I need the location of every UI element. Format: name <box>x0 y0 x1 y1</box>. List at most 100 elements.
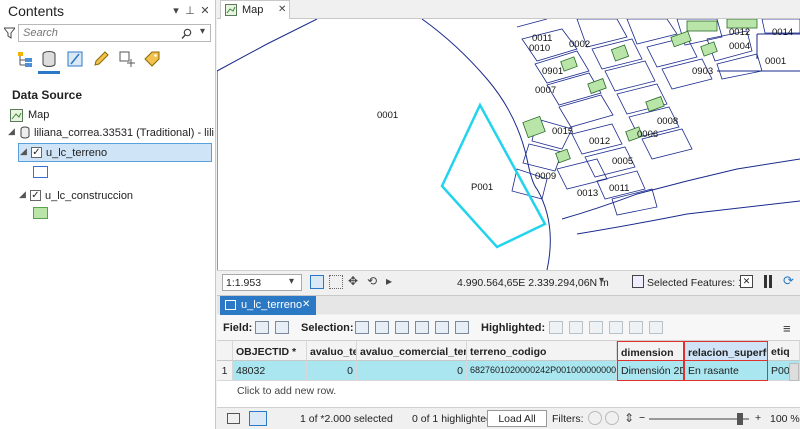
map-canvas[interactable]: 0001 P001 0001 0014 0012 0011 0010 0901 … <box>217 19 800 270</box>
highlight-delete-icon[interactable] <box>629 321 643 334</box>
layer-symbol-swatch[interactable] <box>33 207 48 219</box>
layer-visibility-checkbox[interactable]: ✓ <box>31 147 42 158</box>
highlighted-label: Highlighted: <box>481 322 546 334</box>
tree-item-label: liliana_correa.33531 (Traditional) - lil… <box>34 127 214 139</box>
zoom-out-icon[interactable]: − <box>639 412 645 424</box>
scrollbar[interactable] <box>789 363 799 381</box>
search-icon[interactable] <box>181 28 192 39</box>
tab-attribute-table[interactable]: u_lc_terreno ✕ <box>220 296 316 315</box>
zoom-to-selection-icon[interactable] <box>375 321 389 334</box>
menu-icon[interactable]: ≡ <box>783 321 791 336</box>
parcel-label: 0001 <box>377 110 398 121</box>
tree-item-connection[interactable]: ◢ liliana_correa.33531 (Traditional) - l… <box>6 126 214 144</box>
list-by-data-source-icon[interactable] <box>40 50 58 68</box>
dropdown-icon[interactable]: ▾ <box>170 4 182 17</box>
table-tab-strip: u_lc_terreno ✕ <box>217 295 800 315</box>
column-header[interactable]: etiq <box>768 341 800 361</box>
row-number[interactable]: 1 <box>217 361 233 381</box>
search-input[interactable] <box>23 27 173 39</box>
highlight-reselect-icon[interactable] <box>609 321 623 334</box>
search-box[interactable]: ▾ <box>18 24 211 42</box>
list-by-drawing-order-icon[interactable] <box>16 50 34 68</box>
row-header-corner <box>217 341 233 361</box>
column-header[interactable]: OBJECTID * <box>233 341 307 361</box>
scale-select[interactable]: 1:1.953 ▾ <box>222 274 302 291</box>
add-field-icon[interactable] <box>255 321 269 334</box>
table-cell[interactable]: 682760102000024​2P001000000000 <box>467 361 617 381</box>
close-icon[interactable]: ✕ <box>199 4 211 17</box>
table-cell[interactable]: 0 <box>357 361 467 381</box>
pan-arrows-icon[interactable]: ✥ <box>348 274 358 288</box>
list-by-editing-icon[interactable] <box>92 50 110 68</box>
table-cell[interactable]: 48032 <box>233 361 307 381</box>
pin-icon[interactable]: ⊥ <box>184 4 196 17</box>
copy-selected-icon[interactable] <box>455 321 469 334</box>
pause-icon[interactable] <box>764 275 767 288</box>
rotate-icon[interactable]: ⟲ <box>367 274 377 288</box>
table-cell[interactable]: 0 <box>307 361 357 381</box>
table-icon <box>225 300 236 310</box>
parcel-label: 0012 <box>729 27 750 38</box>
scale-value: 1:1.953 <box>226 277 262 289</box>
collapse-icon[interactable]: ◢ <box>20 146 27 157</box>
highlight-unselect-icon[interactable] <box>589 321 603 334</box>
column-header[interactable]: terreno_codigo <box>467 341 617 361</box>
list-by-selection-icon[interactable] <box>66 50 84 68</box>
zoom-in-icon[interactable]: + <box>755 412 761 424</box>
close-icon[interactable]: ✕ <box>302 299 310 310</box>
list-by-labeling-icon[interactable] <box>143 50 161 68</box>
collapse-icon[interactable]: ◢ <box>19 189 26 200</box>
active-view-indicator <box>38 71 60 74</box>
delete-selected-icon[interactable] <box>435 321 449 334</box>
filter-icon[interactable] <box>4 27 15 39</box>
search-dropdown-icon[interactable]: ▾ <box>200 26 205 37</box>
table-cell[interactable]: Dimensión 2D <box>617 361 684 381</box>
filter-range-icon[interactable]: ⇕ <box>624 411 634 425</box>
field-label: Field: <box>223 322 253 334</box>
switch-selection-icon[interactable] <box>395 321 409 334</box>
show-selected-records-icon[interactable] <box>249 411 267 426</box>
select-by-attributes-icon[interactable] <box>355 321 369 334</box>
pause-drawing-icon[interactable]: ▸ <box>386 274 392 288</box>
parcel-label: 0015 <box>552 126 573 137</box>
highlight-copy-icon[interactable] <box>649 321 663 334</box>
highlight-zoom-icon[interactable] <box>549 321 563 334</box>
parcel-label: 0901 <box>542 66 563 77</box>
filter-extent-icon[interactable] <box>588 411 602 425</box>
dot-grid-icon[interactable] <box>329 275 343 289</box>
column-header[interactable]: avaluo_comercial_terreno <box>357 341 467 361</box>
grid-icon[interactable] <box>310 275 324 289</box>
add-row-hint[interactable]: Click to add new row. <box>237 385 336 397</box>
layer-symbol-swatch[interactable] <box>33 166 48 178</box>
tab-map[interactable]: Map ✕ <box>220 0 290 19</box>
close-icon[interactable]: ✕ <box>278 4 286 15</box>
map-icon <box>225 4 237 16</box>
column-header[interactable]: avaluo_terreno <box>307 341 357 361</box>
list-by-snapping-icon[interactable] <box>118 50 136 68</box>
tab-label: Map <box>242 4 264 16</box>
parcel-map[interactable]: 0001 P001 0001 0014 0012 0011 0010 0901 … <box>217 19 800 270</box>
clear-selection-icon[interactable]: ✕ <box>740 275 753 288</box>
parcel-label: 0001 <box>765 56 786 67</box>
chevron-down-icon: ▾ <box>289 276 295 287</box>
parcel-label: P001 <box>471 182 493 193</box>
zoom-slider-thumb[interactable] <box>737 413 743 425</box>
load-all-button[interactable]: Load All <box>487 410 547 427</box>
units-dropdown-icon[interactable]: ▾ <box>599 275 604 286</box>
layer-row-terreno[interactable]: ◢ ✓ u_lc_terreno <box>18 143 212 162</box>
collapse-icon[interactable]: ◢ <box>8 126 15 137</box>
highlight-switch-icon[interactable] <box>569 321 583 334</box>
clear-selection-icon[interactable] <box>415 321 429 334</box>
show-all-records-icon[interactable] <box>227 413 240 424</box>
zoom-slider[interactable] <box>649 418 749 420</box>
column-header[interactable]: dimension <box>617 341 684 361</box>
parcel-label: 0007 <box>535 85 556 96</box>
column-header[interactable]: relacion_superficie <box>684 341 768 361</box>
calculate-field-icon[interactable] <box>275 321 289 334</box>
refresh-icon[interactable]: ⟳ <box>783 273 794 289</box>
zoom-level: 100 % <box>770 413 800 425</box>
table-cell[interactable]: En rasante <box>684 361 768 381</box>
selected-features-count: Selected Features: 1 <box>647 277 744 289</box>
filter-time-icon[interactable] <box>605 411 619 425</box>
layer-visibility-checkbox[interactable]: ✓ <box>30 190 41 201</box>
